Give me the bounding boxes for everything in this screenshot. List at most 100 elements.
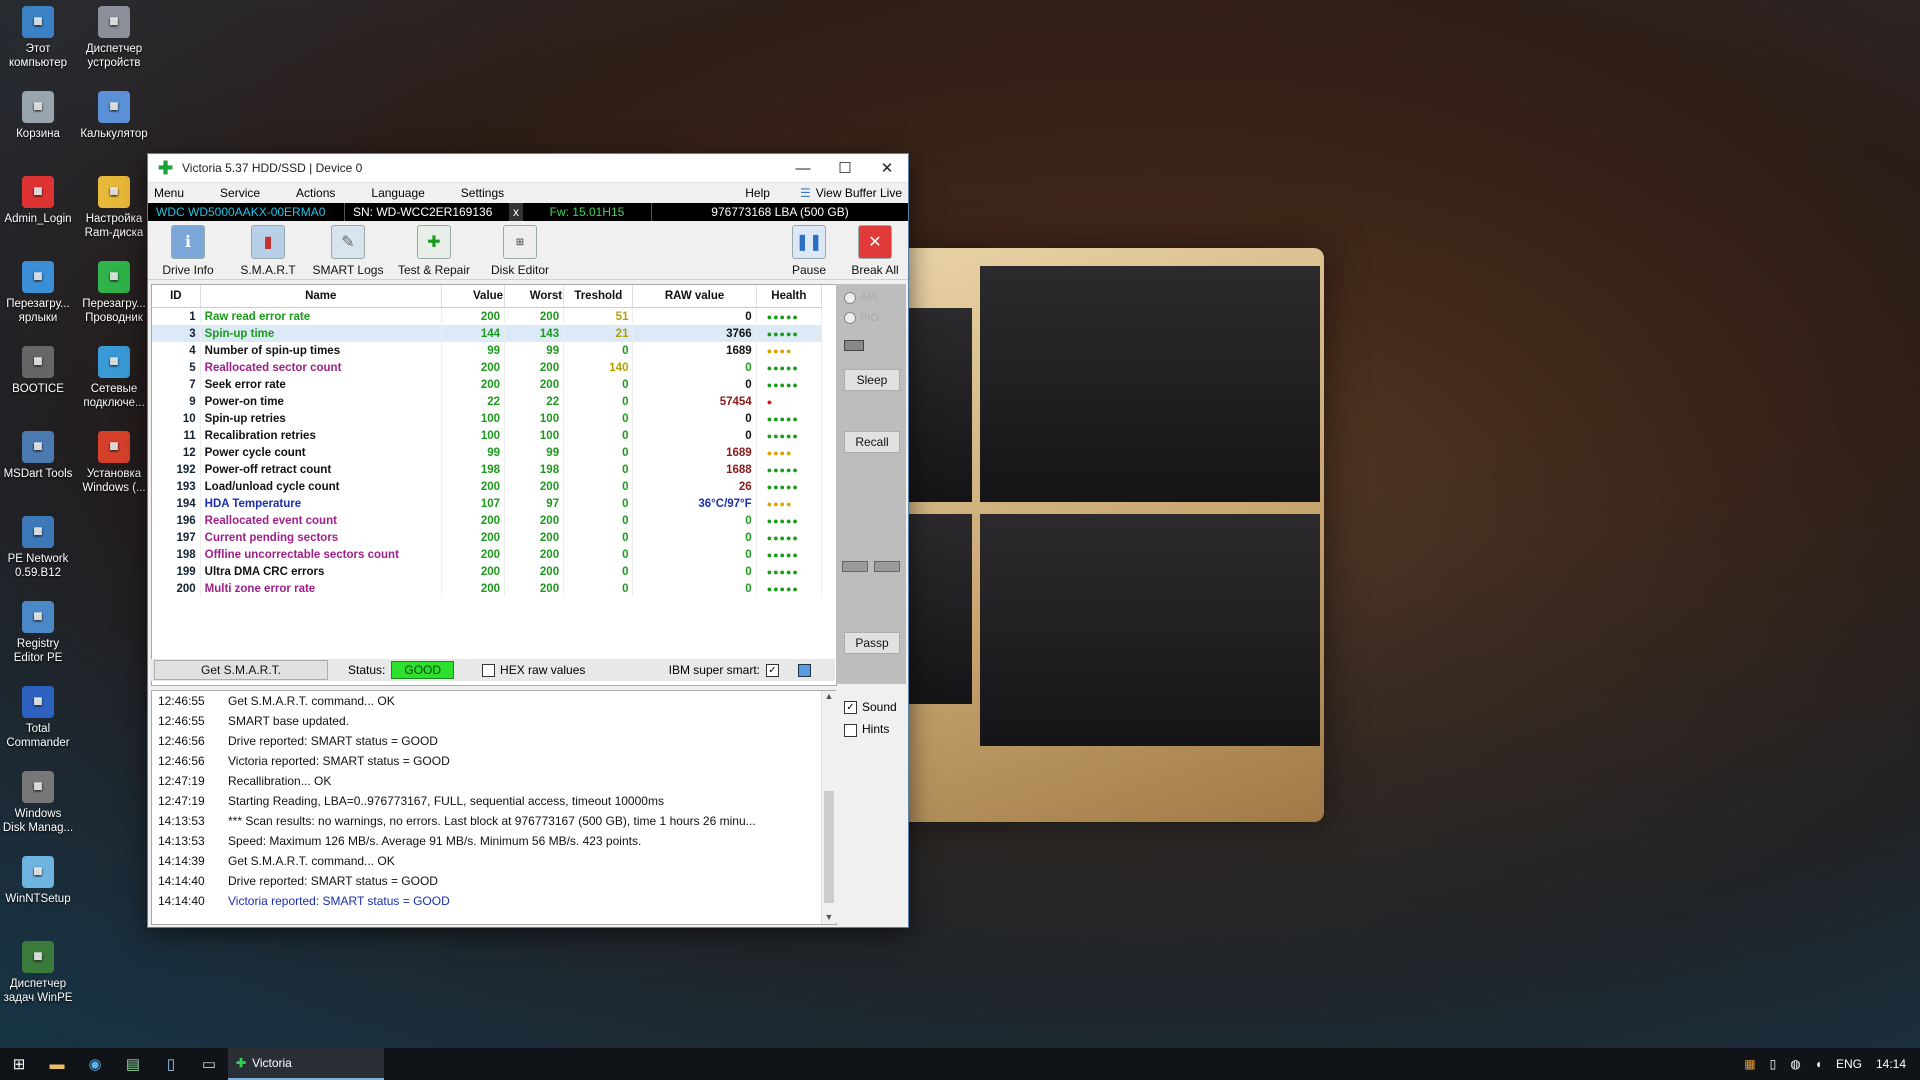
desktop-icon[interactable]: ■ Перезагру... ярлыки	[0, 261, 76, 325]
test-repair-button[interactable]: ✚ Test & Repair	[388, 221, 480, 279]
menu-settings[interactable]: Settings	[455, 186, 514, 200]
small-button-left[interactable]	[842, 561, 868, 572]
desktop-icon[interactable]: ■ Калькулятор	[76, 91, 152, 141]
minimize-button[interactable]: —	[782, 154, 824, 182]
recall-button[interactable]: Recall	[844, 431, 900, 453]
clock[interactable]: 14:14	[1876, 1057, 1906, 1071]
network-tray-icon[interactable]: ◍	[1790, 1057, 1800, 1071]
menu-help[interactable]: Help	[739, 186, 780, 200]
pinned-app-4[interactable]: ▭	[190, 1048, 228, 1080]
col-treshold[interactable]: Treshold	[563, 285, 634, 308]
passp-button[interactable]: Passp	[844, 632, 900, 654]
menu-actions[interactable]: Actions	[290, 186, 345, 200]
small-button-right[interactable]	[874, 561, 900, 572]
desktop-icon[interactable]: ■ Корзина	[0, 91, 76, 141]
smart-row[interactable]: 194 HDA Temperature 107 97 0 36°C/97°F ●●●●	[152, 495, 823, 512]
smart-row[interactable]: 10 Spin-up retries 100 100 0 0 ●●●●●	[152, 410, 823, 427]
hints-checkbox[interactable]	[844, 723, 857, 737]
buffer-list-icon: ☰	[799, 186, 811, 200]
volume-icon[interactable]: ◖	[1815, 1057, 1822, 1071]
menu-service[interactable]: Service	[214, 186, 270, 200]
desktop-icon[interactable]: ■ Настройка Ram-диска	[76, 176, 152, 240]
title-bar[interactable]: ✚ Victoria 5.37 HDD/SSD | Device 0 — ☐ ✕	[148, 154, 908, 183]
drive-info-bar: WDC WD5000AAKX-00ERMA0 SN: WD-WCC2ER1691…	[148, 203, 908, 221]
smart-row[interactable]: 199 Ultra DMA CRC errors 200 200 0 0 ●●●●●	[152, 563, 823, 580]
smart-row[interactable]: 197 Current pending sectors 200 200 0 0 ●●●●●	[152, 529, 823, 546]
maximize-button[interactable]: ☐	[824, 154, 866, 182]
close-drive-x[interactable]: x	[509, 203, 523, 221]
desktop-icon[interactable]: ■ Registry Editor PE	[0, 601, 76, 665]
smart-treshold: 0	[563, 546, 634, 563]
hex-raw-label: HEX raw values	[500, 663, 586, 677]
desktop-icon[interactable]: ■ Установка Windows (...	[76, 431, 152, 495]
smart-row[interactable]: 11 Recalibration retries 100 100 0 0 ●●●●●	[152, 427, 823, 444]
desktop-icon[interactable]: ■ Сетевые подключе...	[76, 346, 152, 410]
smart-row[interactable]: 1 Raw read error rate 200 200 51 0 ●●●●●	[152, 307, 823, 325]
close-button[interactable]: ✕	[866, 154, 908, 182]
smart-button[interactable]: ▮ S.M.A.R.T	[228, 221, 308, 279]
desktop-icon[interactable]: ■ PE Network 0.59.B12	[0, 516, 76, 580]
pinned-app-3[interactable]: ▯	[152, 1048, 190, 1080]
color-indicator[interactable]	[798, 663, 811, 677]
sound-checkbox[interactable]: ✓	[844, 701, 857, 715]
smart-row[interactable]: 5 Reallocated sector count 200 200 140 0 ●●●●●	[152, 359, 823, 376]
pause-button[interactable]: ❚❚ Pause	[776, 221, 842, 279]
language-indicator[interactable]: ENG	[1836, 1057, 1862, 1071]
pinned-app-1[interactable]: ◉	[76, 1048, 114, 1080]
col-health[interactable]: Health	[756, 285, 823, 308]
desktop-icon[interactable]: ■ Перезагру... Проводник	[76, 261, 152, 325]
hints-option[interactable]: Hints	[844, 722, 906, 737]
scroll-thumb[interactable]	[824, 791, 834, 903]
pio-radio[interactable]: PIO	[844, 312, 906, 324]
flag-icon[interactable]: ▦	[1744, 1057, 1755, 1071]
desktop-icon[interactable]: ■ Windows Disk Manag...	[0, 771, 76, 835]
col-raw[interactable]: RAW value	[632, 285, 757, 308]
ibm-super-smart-checkbox[interactable]: ✓	[766, 663, 779, 677]
desktop-icon[interactable]: ■ BOOTICE	[0, 346, 76, 396]
menu-language[interactable]: Language	[365, 186, 434, 200]
view-buffer-live[interactable]: ☰ View Buffer Live	[800, 186, 902, 200]
smart-logs-button[interactable]: ✎ SMART Logs	[308, 221, 388, 279]
col-id[interactable]: ID	[152, 285, 201, 308]
col-value[interactable]: Value	[441, 285, 506, 308]
desktop-icon[interactable]: ■ Total Commander	[0, 686, 76, 750]
sound-option[interactable]: ✓ Sound	[844, 700, 906, 715]
smart-row[interactable]: 198 Offline uncorrectable sectors count 20…	[152, 546, 823, 563]
smart-row[interactable]: 200 Multi zone error rate 200 200 0 0 ●●●●●	[152, 580, 823, 597]
smart-id: 200	[152, 580, 201, 597]
disk-editor-button[interactable]: ⊞ Disk Editor	[480, 221, 560, 279]
drive-model[interactable]: WDC WD5000AAKX-00ERMA0	[148, 203, 344, 221]
desktop-icon[interactable]: ■ Диспетчер задач WinPE	[0, 941, 76, 1005]
smart-row[interactable]: 193 Load/unload cycle count 200 200 0 26 ●●●●●	[152, 478, 823, 495]
scroll-down-icon[interactable]: ▼	[822, 912, 836, 922]
col-name[interactable]: Name	[200, 285, 442, 308]
smart-row[interactable]: 12 Power cycle count 99 99 0 1689 ●●●●	[152, 444, 823, 461]
smart-row[interactable]: 3 Spin-up time 144 143 21 3766 ●●●●●	[152, 325, 823, 342]
log-scrollbar[interactable]: ▲ ▼	[821, 691, 836, 924]
smart-row[interactable]: 196 Reallocated event count 200 200 0 0 ●●●●●	[152, 512, 823, 529]
api-radio[interactable]: API	[844, 292, 906, 304]
smart-row[interactable]: 7 Seek error rate 200 200 0 0 ●●●●●	[152, 376, 823, 393]
desktop-icon[interactable]: ■ Admin_Login	[0, 176, 76, 226]
break-all-button[interactable]: ✕ Break All	[842, 221, 908, 279]
smart-row[interactable]: 192 Power-off retract count 198 198 0 1688 ●●●…	[152, 461, 823, 478]
col-worst[interactable]: Worst	[504, 285, 565, 308]
explorer-taskbar-button[interactable]: ▬	[38, 1048, 76, 1080]
desktop-icon[interactable]: ■ WinNTSetup	[0, 856, 76, 906]
pinned-app-2[interactable]: ▤	[114, 1048, 152, 1080]
desktop-icon[interactable]: ■ Этот компьютер	[0, 6, 76, 70]
start-button[interactable]: ⊞	[0, 1048, 38, 1080]
desktop-icon[interactable]: ■ Диспетчер устройств	[76, 6, 152, 70]
drive-info-button[interactable]: ℹ Drive Info	[148, 221, 228, 279]
smart-row[interactable]: 9 Power-on time 22 22 0 57454 ●	[152, 393, 823, 410]
hex-raw-checkbox[interactable]	[482, 663, 496, 677]
get-smart-button[interactable]: Get S.M.A.R.T.	[154, 660, 328, 680]
smart-row[interactable]: 4 Number of spin-up times 99 99 0 1689 ●●●●	[152, 342, 823, 359]
desktop-icon[interactable]: ■ MSDart Tools	[0, 431, 76, 481]
menu-menu[interactable]: Menu	[148, 186, 194, 200]
scroll-up-icon[interactable]: ▲	[822, 691, 836, 701]
victoria-taskbar-button[interactable]: ✚ Victoria	[228, 1048, 384, 1080]
sleep-button[interactable]: Sleep	[844, 369, 900, 391]
usb-icon[interactable]: ▯	[1770, 1057, 1777, 1071]
smart-worst: 22	[504, 393, 565, 410]
